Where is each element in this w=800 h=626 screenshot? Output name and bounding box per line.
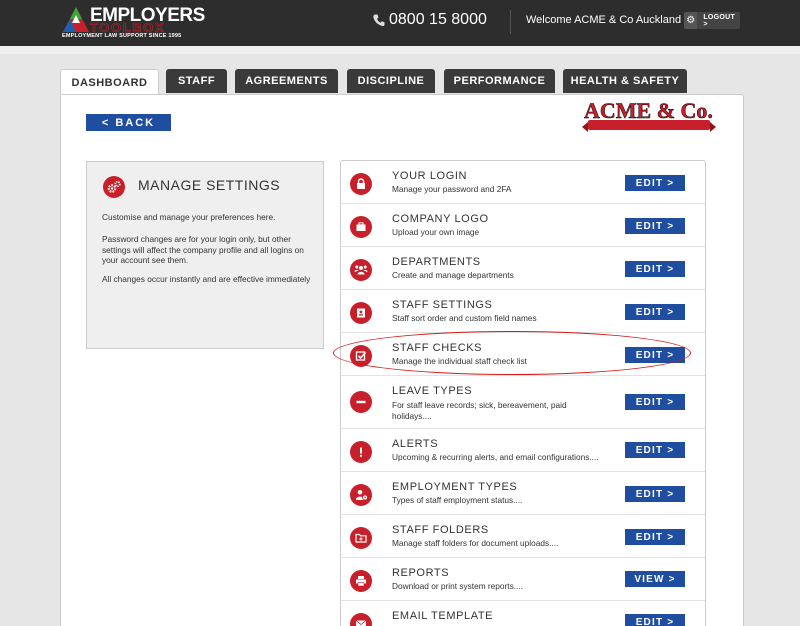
welcome-text: Welcome ACME & Co Auckland — [526, 14, 682, 26]
tab-performance[interactable]: PERFORMANCE — [444, 69, 555, 93]
edit-email-template-button[interactable]: EDIT > — [625, 614, 685, 626]
setting-title: YOUR LOGIN — [392, 170, 468, 182]
sidebar-paragraph: Password changes are for your login only… — [102, 234, 304, 265]
setting-title: EMPLOYMENT TYPES — [392, 481, 518, 493]
setting-description: For staff leave records; sick, bereaveme… — [392, 400, 567, 421]
settings-row-staff-folders: STAFF FOLDERS Manage staff folders for d… — [341, 515, 705, 558]
edit-staff-checks-button[interactable]: EDIT > — [625, 347, 685, 363]
tab-agreements[interactable]: AGREEMENTS — [235, 69, 338, 93]
settings-row-staff-checks: STAFF CHECKS Manage the individual staff… — [341, 333, 705, 376]
header-band — [0, 46, 800, 54]
email-icon — [350, 613, 372, 626]
tab-dashboard[interactable]: DASHBOARD — [60, 69, 159, 96]
minus-icon — [350, 391, 372, 413]
setting-title: EMAIL TEMPLATE — [392, 610, 494, 622]
edit-staff-folders-button[interactable]: EDIT > — [625, 529, 685, 545]
setting-description: Manage staff folders for document upload… — [392, 538, 559, 548]
setting-description: Upcoming & recurring alerts, and email c… — [392, 452, 599, 462]
setting-title: ALERTS — [392, 438, 439, 450]
settings-row-reports: REPORTS Download or print system reports… — [341, 558, 705, 601]
setting-title: STAFF CHECKS — [392, 342, 483, 354]
settings-row-departments: DEPARTMENTS Create and manage department… — [341, 247, 705, 290]
header-divider — [510, 10, 511, 34]
company-logo: ACME & Co. — [582, 96, 718, 136]
gear-icon[interactable]: ⚙ — [684, 12, 698, 29]
briefcase-icon — [350, 216, 372, 238]
edit-departments-button[interactable]: EDIT > — [625, 261, 685, 277]
back-button[interactable]: < BACK — [86, 114, 171, 131]
user-clock-icon — [350, 484, 372, 506]
setting-description: Upload your own image — [392, 227, 480, 237]
setting-description: Types of staff employment status.... — [392, 495, 523, 505]
lock-icon — [350, 173, 372, 195]
folder-icon — [350, 527, 372, 549]
setting-description: Manage the individual staff check list — [392, 356, 527, 366]
employers-toolbox-logo[interactable]: EMPLOYERS TOOLBOX EMPLOYMENT LAW SUPPORT… — [62, 5, 205, 39]
logout-label: LOGOUT > — [703, 13, 736, 28]
setting-description: Staff sort order and custom field names — [392, 313, 537, 323]
manage-settings-title: MANAGE SETTINGS — [138, 177, 281, 193]
setting-description: Manage your password and 2FA — [392, 184, 512, 194]
phone-text: 0800 15 8000 — [389, 11, 487, 28]
setting-title: DEPARTMENTS — [392, 256, 481, 268]
printer-icon — [350, 570, 372, 592]
settings-row-employment-types: EMPLOYMENT TYPES Types of staff employme… — [341, 472, 705, 515]
settings-row-alerts: ALERTS Upcoming & recurring alerts, and … — [341, 429, 705, 472]
logo-triangle-icon — [63, 7, 89, 32]
sidebar-paragraph: All changes occur instantly and are effe… — [102, 274, 311, 284]
edit-employment-types-button[interactable]: EDIT > — [625, 486, 685, 502]
phone-icon — [373, 14, 385, 26]
tab-staff[interactable]: STAFF — [166, 69, 227, 93]
manage-settings-info: MANAGE SETTINGS Customise and manage you… — [86, 161, 324, 349]
view-reports-button[interactable]: VIEW > — [625, 571, 685, 587]
settings-row-your-login: YOUR LOGIN Manage your password and 2FA … — [341, 161, 705, 204]
edit-company-logo-button[interactable]: EDIT > — [625, 218, 685, 234]
edit-staff-settings-button[interactable]: EDIT > — [625, 304, 685, 320]
group-icon — [350, 259, 372, 281]
settings-row-company-logo: COMPANY LOGO Upload your own image EDIT … — [341, 204, 705, 247]
sidebar-paragraph: Customise and manage your preferences he… — [102, 212, 276, 222]
setting-title: STAFF FOLDERS — [392, 524, 489, 536]
setting-title: STAFF SETTINGS — [392, 299, 493, 311]
settings-row-leave-types: LEAVE TYPES For staff leave records; sic… — [341, 376, 705, 429]
checkbox-icon — [350, 345, 372, 367]
phone-number[interactable]: 0800 15 8000 — [373, 11, 487, 29]
settings-row-staff-settings: STAFF SETTINGS Staff sort order and cust… — [341, 290, 705, 333]
setting-title: LEAVE TYPES — [392, 385, 473, 397]
settings-row-email-template: EMAIL TEMPLATE EDIT > — [341, 601, 705, 626]
setting-title: COMPANY LOGO — [392, 213, 489, 225]
edit-leave-types-button[interactable]: EDIT > — [625, 394, 685, 410]
edit-alerts-button[interactable]: EDIT > — [625, 442, 685, 458]
alert-icon — [350, 441, 372, 463]
tab-discipline[interactable]: DISCIPLINE — [347, 69, 435, 93]
logout-button[interactable]: ⚙ LOGOUT > — [684, 12, 740, 29]
gears-icon — [103, 176, 125, 198]
setting-description: Download or print system reports.... — [392, 581, 523, 591]
top-bar: EMPLOYERS TOOLBOX EMPLOYMENT LAW SUPPORT… — [0, 0, 800, 46]
edit-your-login-button[interactable]: EDIT > — [625, 175, 685, 191]
logo-tagline: EMPLOYMENT LAW SUPPORT SINCE 1995 — [62, 33, 182, 39]
settings-list: YOUR LOGIN Manage your password and 2FA … — [340, 160, 706, 626]
tab-health-safety[interactable]: HEALTH & SAFETY — [563, 69, 687, 93]
user-card-icon — [350, 302, 372, 324]
setting-description: Create and manage departments — [392, 270, 514, 280]
company-logo-text: ACME & Co. — [584, 98, 713, 124]
setting-title: REPORTS — [392, 567, 450, 579]
